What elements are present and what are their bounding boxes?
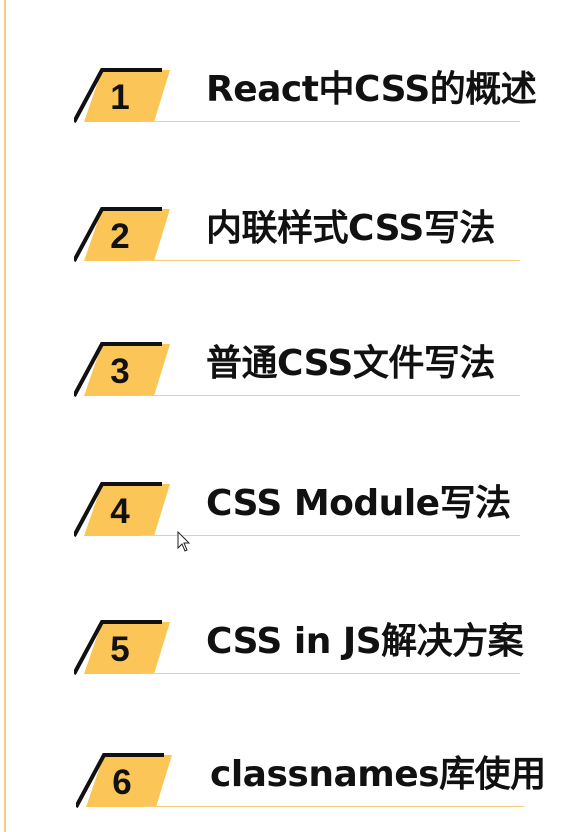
item-number: 2: [110, 217, 130, 256]
item-title: CSS Module写法: [206, 483, 511, 524]
number-badge: 2: [74, 203, 174, 265]
outline-item-6: 6 classnames库使用: [0, 749, 585, 819]
mouse-cursor-icon: [177, 530, 191, 557]
outline-item-4: 4 CSS Module写法: [0, 478, 585, 548]
item-underline: [140, 395, 520, 396]
item-number: 4: [110, 492, 130, 531]
number-badge: 6: [76, 749, 176, 811]
number-badge: 4: [74, 478, 174, 540]
number-badge: 3: [74, 338, 174, 400]
item-title: CSS in JS解决方案: [206, 621, 524, 662]
outline-item-3: 3 普通CSS文件写法: [0, 338, 585, 408]
item-underline: [140, 535, 520, 536]
item-underline: [140, 260, 520, 261]
item-number: 1: [110, 78, 130, 117]
item-number: 3: [110, 352, 130, 391]
item-title: React中CSS的概述: [206, 69, 537, 110]
item-number: 6: [112, 763, 132, 802]
item-underline: [144, 806, 524, 807]
item-underline: [140, 121, 520, 122]
outline-item-2: 2 内联样式CSS写法: [0, 203, 585, 273]
item-title: 内联样式CSS写法: [206, 208, 495, 249]
item-underline: [140, 673, 520, 674]
number-badge: 5: [74, 616, 174, 678]
item-title: classnames库使用: [210, 754, 546, 795]
outline-item-1: 1 React中CSS的概述: [0, 64, 585, 134]
item-title: 普通CSS文件写法: [206, 343, 495, 384]
number-badge: 1: [74, 64, 174, 126]
outline-item-5: 5 CSS in JS解决方案: [0, 616, 585, 686]
item-number: 5: [110, 630, 130, 669]
